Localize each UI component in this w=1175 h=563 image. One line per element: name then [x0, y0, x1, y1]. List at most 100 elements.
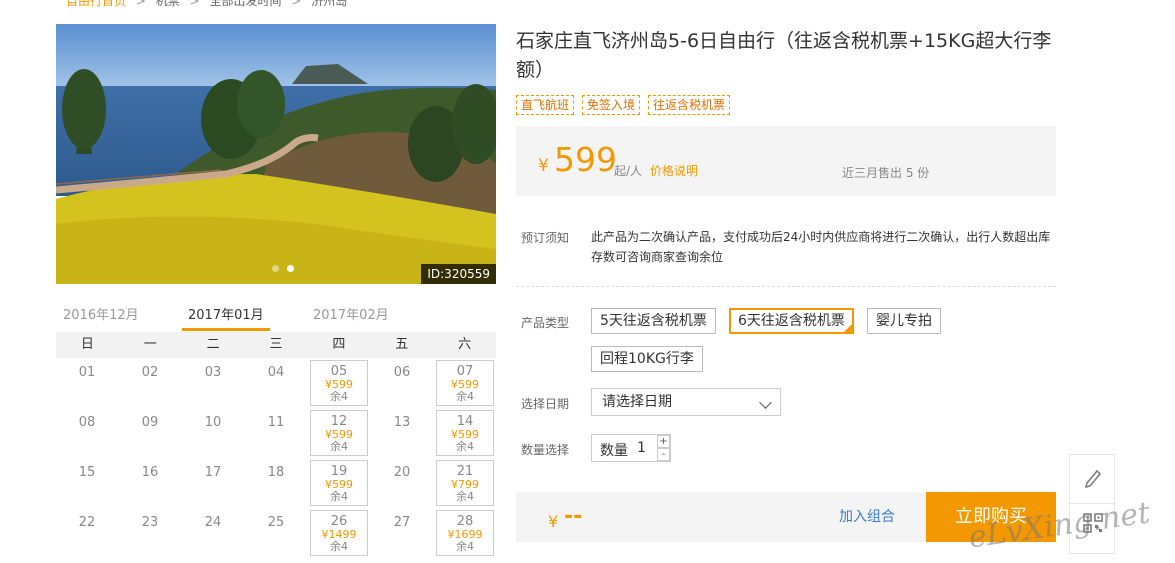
month-tab-prev[interactable]: 2016年12月	[63, 304, 139, 323]
weekday-label: 三	[269, 337, 283, 352]
month-tab-next[interactable]: 2017年02月	[313, 304, 389, 323]
calendar-day-number: 17	[204, 465, 222, 480]
breadcrumb-home-link[interactable]: 自由行首页	[66, 0, 126, 8]
calendar-day-number: 24	[204, 515, 222, 530]
weekday-label: 一	[143, 337, 157, 352]
quantity-input[interactable]: 1	[637, 440, 646, 456]
calendar-day-available[interactable]: 05 ¥599 余4	[310, 360, 368, 406]
calendar-day-number: 19	[330, 464, 348, 479]
calendar-day: 10	[184, 410, 242, 456]
calendar-day: 08	[58, 410, 116, 456]
calendar-day: 20	[373, 460, 431, 506]
carousel-dot[interactable]	[272, 265, 279, 272]
weekday-header: 日 一 二 三 四 五 六	[56, 332, 496, 358]
calendar-day-number: 02	[141, 365, 159, 380]
calendar-day: 25	[247, 510, 305, 556]
calendar-day: 23	[121, 510, 179, 556]
calendar-day-number: 14	[456, 414, 474, 429]
month-tab-current[interactable]: 2017年01月	[188, 304, 264, 323]
calendar-day-number: 22	[78, 515, 96, 530]
calendar-day-number: 05	[330, 364, 348, 379]
date-select[interactable]: 请选择日期	[591, 388, 781, 416]
quantity-field-label: 数量	[600, 443, 628, 459]
calendar-day-number: 18	[267, 465, 285, 480]
quantity-increase-button[interactable]: +	[657, 435, 670, 448]
coastal-landscape-image	[56, 24, 496, 284]
quantity-label: 数量选择	[521, 443, 570, 457]
quantity-stepper: 数量 1 + -	[591, 434, 671, 462]
weekday-label: 二	[206, 337, 220, 352]
calendar-day-remaining: 余4	[330, 440, 348, 453]
calendar-day-number: 27	[393, 515, 411, 530]
total-price: --	[564, 504, 583, 529]
calendar-day-number: 04	[267, 365, 285, 380]
calendar-day: 27	[373, 510, 431, 556]
carousel-dot-active[interactable]	[287, 265, 294, 272]
calendar-day-remaining: 余4	[330, 490, 348, 503]
calendar-day-number: 06	[393, 365, 411, 380]
calendar-day-number: 03	[204, 365, 222, 380]
calendar-day: 03	[184, 360, 242, 406]
calendar-day-available[interactable]: 26 ¥1499 余4	[310, 510, 368, 556]
weekday-label: 日	[80, 337, 94, 352]
price-explanation-link[interactable]: 价格说明	[650, 162, 698, 179]
calendar-day-remaining: 余4	[456, 390, 474, 403]
product-title: 石家庄直飞济州岛5-6日自由行（往返含税机票+15KG超大行李额）	[516, 30, 1052, 81]
calendar-day-remaining: 余4	[456, 540, 474, 553]
calendar-day-remaining: 余4	[330, 540, 348, 553]
divider	[516, 286, 1056, 287]
calendar-day-available[interactable]: 21 ¥799 余4	[436, 460, 494, 506]
sales-count: 近三月售出 5 份	[842, 166, 930, 180]
calendar-day-available[interactable]: 19 ¥599 余4	[310, 460, 368, 506]
price-value: 599	[554, 140, 617, 179]
price-box: ¥ 599 起/人 价格说明 近三月售出 5 份	[516, 126, 1056, 196]
price-unit: 起/人	[614, 164, 643, 178]
calendar-day-remaining: 余4	[456, 440, 474, 453]
calendar-day: 18	[247, 460, 305, 506]
calendar-day-number: 26	[330, 514, 348, 529]
calendar-day-available[interactable]: 07 ¥599 余4	[436, 360, 494, 406]
calendar-day-number: 01	[78, 365, 96, 380]
calendar-day-number: 23	[141, 515, 159, 530]
price-currency: ¥	[538, 156, 549, 176]
calendar-day-available[interactable]: 14 ¥599 余4	[436, 410, 494, 456]
tag-direct-flight: 直飞航班	[516, 95, 575, 115]
calendar-day-number: 12	[330, 414, 348, 429]
add-to-combo-link[interactable]: 加入组合	[839, 506, 895, 526]
total-currency: ¥	[548, 512, 559, 531]
calendar-day: 02	[121, 360, 179, 406]
calendar-day: 09	[121, 410, 179, 456]
breadcrumb-flight-link[interactable]: 机票	[156, 0, 180, 8]
weekday-label: 四	[332, 337, 346, 352]
product-photo[interactable]: ID:320559	[56, 24, 496, 284]
calendar-day-number: 28	[456, 514, 474, 529]
calendar-day-number: 07	[456, 364, 474, 379]
calendar-day: 11	[247, 410, 305, 456]
chevron-down-icon	[759, 396, 772, 409]
option-5day-ticket[interactable]: 5天往返含税机票	[591, 308, 716, 334]
breadcrumb-time-link[interactable]: 全部出发时间	[209, 0, 281, 8]
calendar-day-available[interactable]: 12 ¥599 余4	[310, 410, 368, 456]
calendar-day-number: 15	[78, 465, 96, 480]
calendar-day-number: 25	[267, 515, 285, 530]
weekday-label: 六	[458, 337, 472, 352]
calendar-day-number: 08	[78, 415, 96, 430]
calendar-day-available[interactable]: 28 ¥1699 余4	[436, 510, 494, 556]
option-return-10kg-luggage[interactable]: 回程10KG行李	[591, 346, 703, 372]
calendar-day: 01	[58, 360, 116, 406]
option-infant[interactable]: 婴儿专拍	[867, 308, 941, 334]
option-6day-ticket-selected[interactable]: 6天往返含税机票	[729, 308, 854, 334]
date-select-value: 请选择日期	[602, 394, 672, 410]
pencil-icon[interactable]	[1083, 467, 1103, 492]
calendar-day-number: 13	[393, 415, 411, 430]
date-label: 选择日期	[521, 397, 570, 411]
calendar-day-remaining: 余4	[456, 490, 474, 503]
calendar-day: 24	[184, 510, 242, 556]
calendar-day-number: 11	[267, 415, 285, 430]
tag-visa-free: 免签入境	[582, 95, 641, 115]
product-tags: 直飞航班 免签入境 往返含税机票	[516, 95, 731, 115]
month-tab-underline	[182, 328, 270, 331]
tag-round-trip-ticket: 往返含税机票	[648, 95, 731, 115]
calendar-day-number: 09	[141, 415, 159, 430]
quantity-decrease-button[interactable]: -	[657, 448, 670, 461]
